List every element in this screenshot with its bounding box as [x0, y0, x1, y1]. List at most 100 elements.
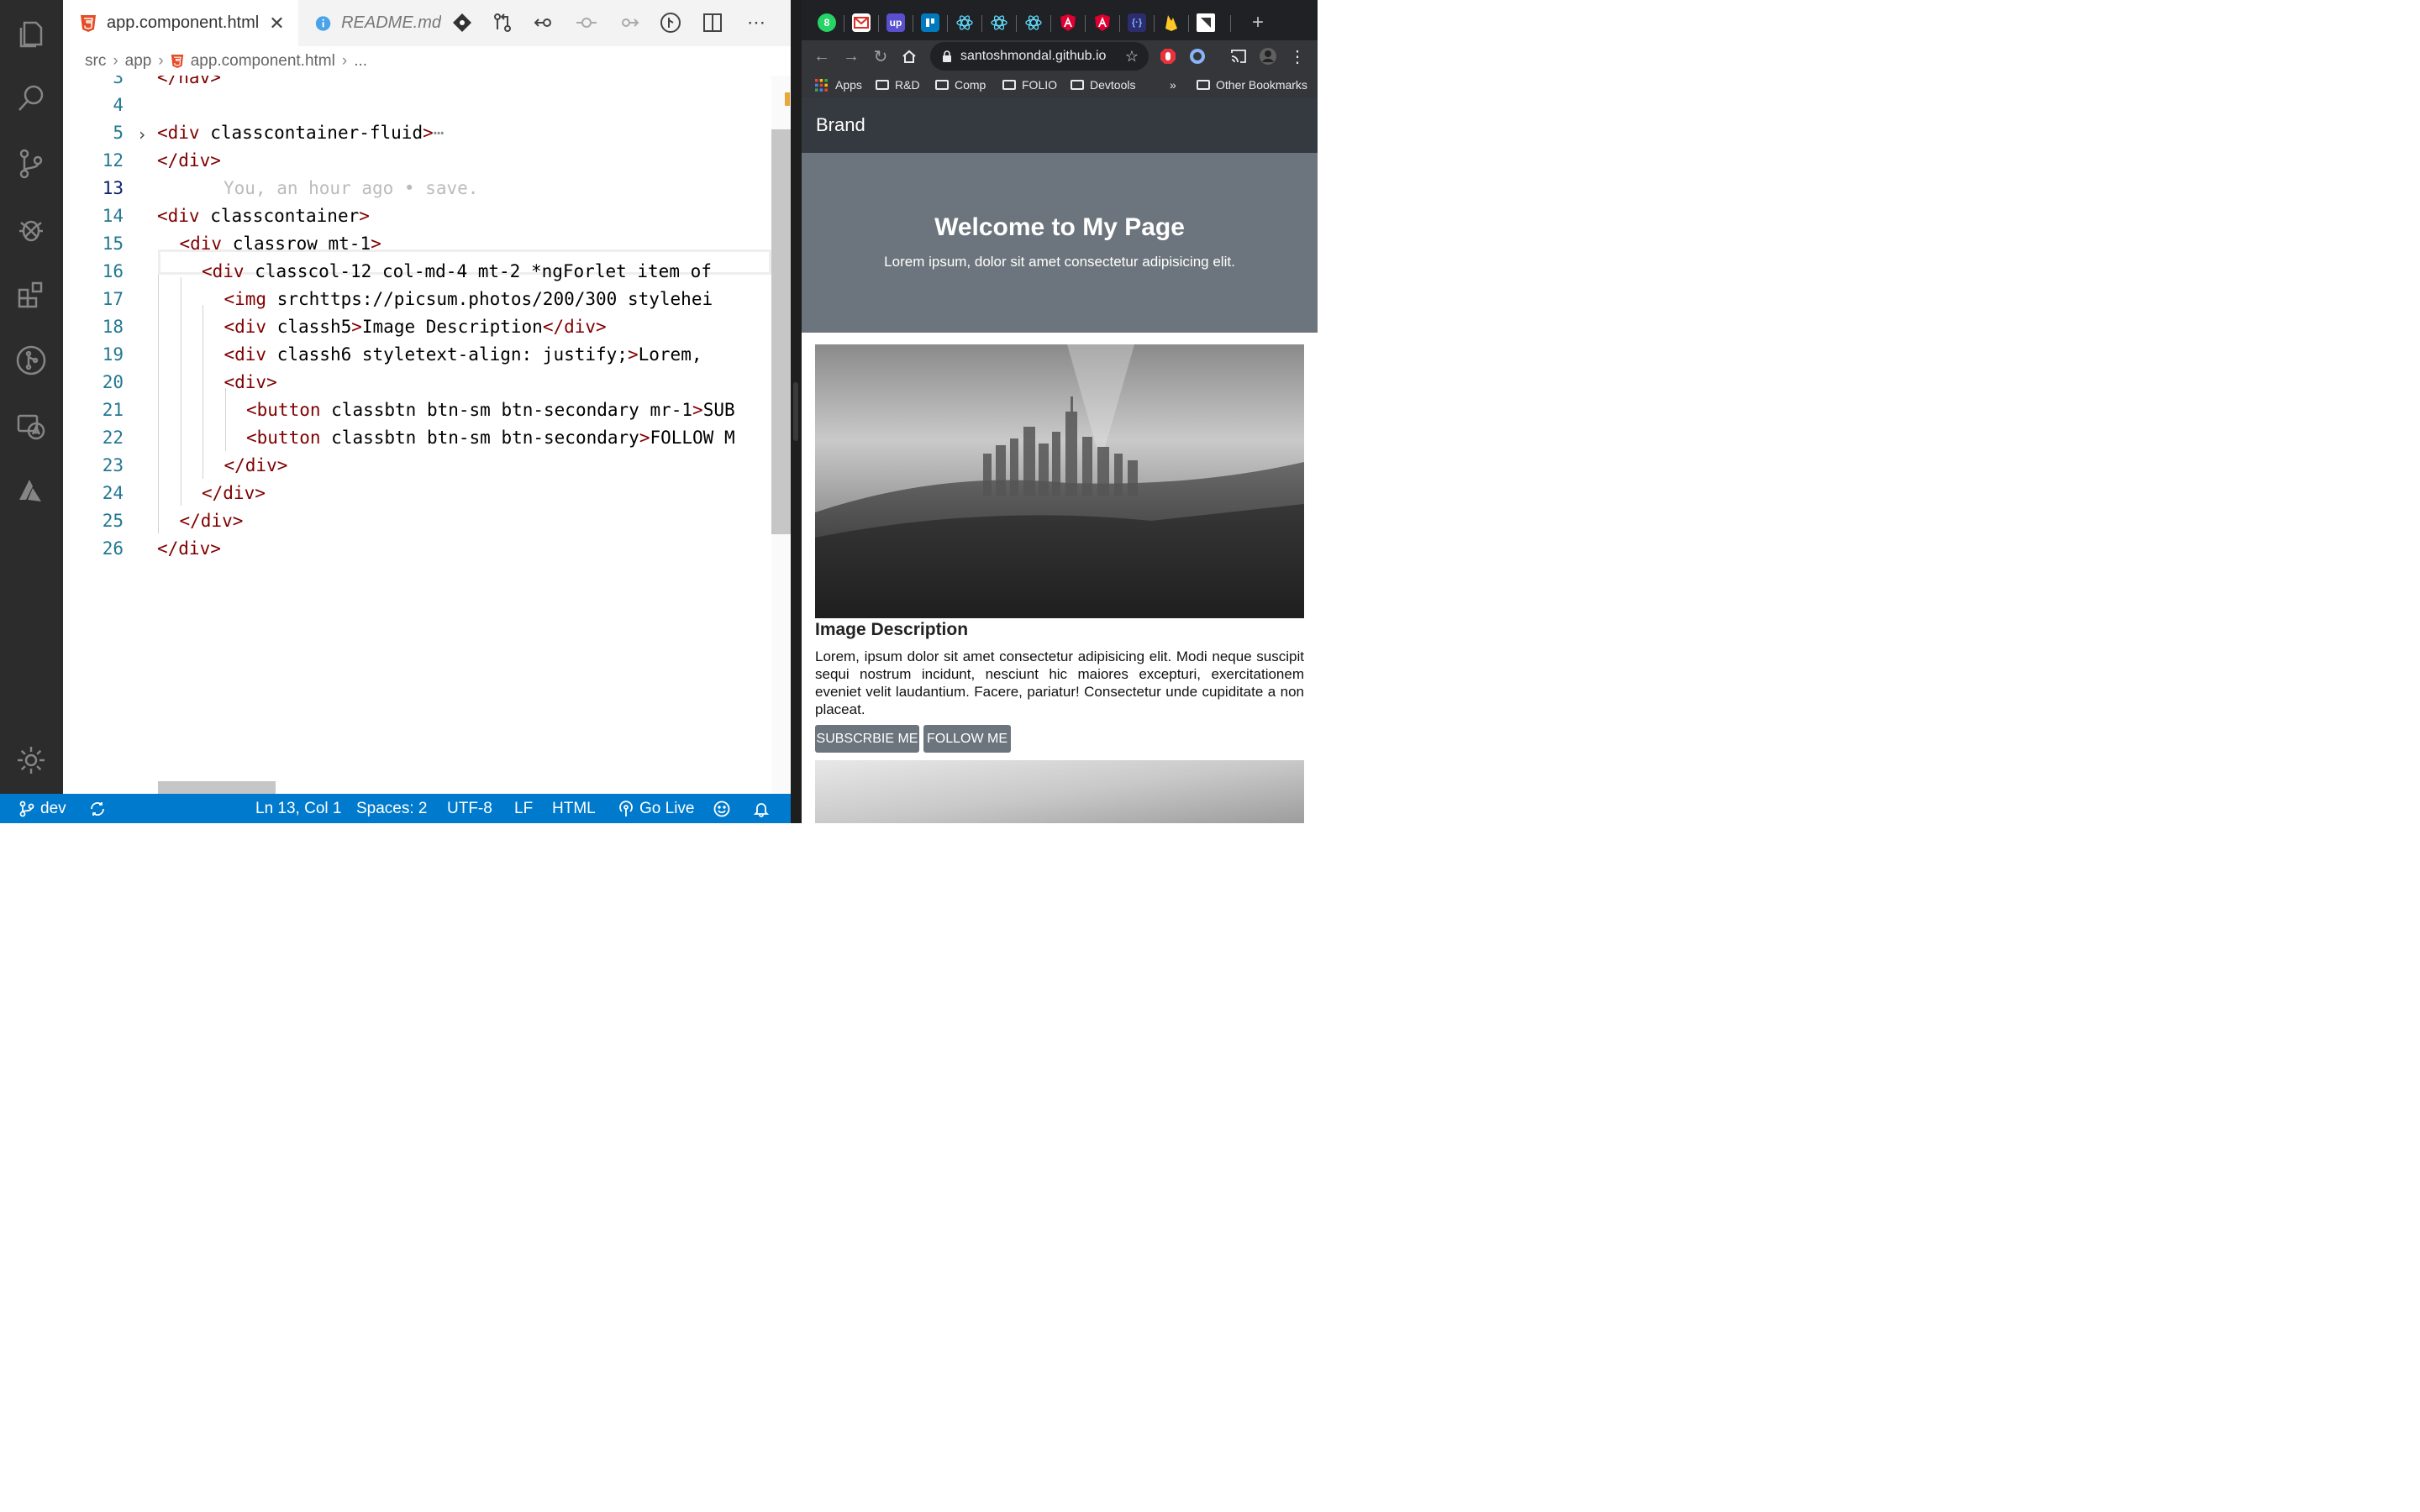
active-tab-icon[interactable] [1197, 13, 1215, 32]
code-line[interactable]: </div> [180, 511, 244, 531]
adblock-extension-icon[interactable] [1155, 44, 1181, 69]
git-graph-toolbar-icon[interactable] [658, 10, 683, 35]
code-line[interactable]: You, an hour ago • save. [224, 178, 478, 198]
settings-gear-icon[interactable] [10, 739, 52, 781]
go-live-button[interactable]: Go Live [618, 794, 694, 823]
code-line[interactable]: <div classcol-12 col-md-4 mt-2 *ngForlet… [202, 261, 712, 281]
bookmark-folder[interactable]: Devtools [1071, 72, 1135, 97]
code-line[interactable]: </nav> [157, 76, 221, 87]
notifications-bell-icon[interactable] [753, 794, 775, 823]
vertical-scrollbar[interactable] [771, 129, 791, 534]
branch-indicator[interactable]: dev [18, 794, 66, 823]
code-line[interactable]: </div> [202, 483, 266, 503]
card-image [815, 344, 1304, 618]
code-line[interactable]: </div> [157, 538, 221, 559]
search-icon[interactable] [10, 77, 52, 119]
home-icon[interactable] [897, 44, 922, 69]
tab-readme[interactable]: README.md [298, 0, 441, 46]
follow-button[interactable]: FOLLOW ME [923, 725, 1011, 753]
azure-icon[interactable] [10, 470, 52, 512]
react-tab-icon[interactable] [955, 13, 974, 32]
indent-guide [225, 388, 226, 451]
line-number: 24 [102, 483, 124, 503]
code-line[interactable]: <div classcontainer-fluid>⋯ [157, 123, 444, 143]
code-line[interactable]: <div classrow mt-1> [180, 234, 381, 254]
split-editor-icon[interactable] [700, 10, 725, 35]
previous-revision-icon[interactable] [532, 10, 557, 35]
git-graph-icon[interactable] [10, 339, 52, 381]
breadcrumb-item[interactable]: src [85, 52, 106, 71]
bookmark-folder[interactable]: R&D [876, 72, 920, 97]
sync-icon[interactable] [89, 794, 111, 823]
breadcrumb-item[interactable]: app.component.html [191, 52, 335, 71]
debug-icon[interactable] [10, 208, 52, 250]
navbar-brand[interactable]: Brand [816, 114, 865, 136]
line-number: 16 [102, 261, 124, 281]
line-number: 22 [102, 428, 124, 448]
bookmark-other-folder[interactable]: Other Bookmarks [1197, 72, 1307, 97]
angular-tab-icon[interactable] [1093, 13, 1112, 32]
code-line[interactable]: <div> [224, 372, 277, 392]
commit-icon[interactable] [574, 10, 599, 35]
fold-chevron-icon[interactable]: › [137, 124, 147, 144]
divider-handle[interactable] [793, 382, 798, 441]
code-line[interactable]: </div> [157, 150, 221, 171]
tab-app-component[interactable]: app.component.html ✕ [63, 0, 298, 46]
overview-marker [785, 92, 790, 106]
whatsapp-tab-icon[interactable]: 8 [818, 13, 836, 32]
feedback-smiley-icon[interactable] [713, 794, 735, 823]
address-bar[interactable]: santoshmondal.github.io ☆ [930, 42, 1149, 71]
breadcrumb-item[interactable]: app [125, 52, 152, 71]
bookmark-folder[interactable]: FOLIO [1002, 72, 1057, 97]
code-line[interactable]: <button classbtn btn-sm btn-secondary>FO… [246, 428, 735, 448]
bookmark-star-icon[interactable]: ☆ [1125, 48, 1139, 66]
language-mode[interactable]: HTML [552, 794, 596, 823]
profile-avatar[interactable] [1255, 44, 1281, 69]
code-line[interactable]: <div classh6 styletext-align: justify;>L… [224, 344, 702, 365]
bookmarks-overflow-button[interactable]: » [1170, 72, 1176, 97]
upwork-tab-icon[interactable]: up [886, 13, 905, 32]
subscribe-button[interactable]: SUBSCRBIE ME [815, 725, 919, 753]
next-revision-icon[interactable] [616, 10, 641, 35]
bookmark-apps[interactable]: Apps [815, 72, 862, 97]
code-line[interactable]: </div> [224, 455, 288, 475]
breadcrumb-item[interactable]: ... [354, 52, 367, 71]
indentation-setting[interactable]: Spaces: 2 [356, 794, 428, 823]
gmail-tab-icon[interactable] [852, 13, 871, 32]
bookmark-folder[interactable]: Comp [935, 72, 986, 97]
extension-icon[interactable] [1185, 44, 1210, 69]
react-tab-icon[interactable] [990, 13, 1008, 32]
code-area[interactable]: › 3 </nav> 4 5 <div classcontainer-fluid>⋯ 12… [63, 76, 771, 794]
close-icon[interactable]: ✕ [269, 13, 284, 34]
source-control-icon[interactable] [10, 143, 52, 185]
line-number: 13 [102, 178, 124, 198]
react-tab-icon[interactable] [1024, 13, 1043, 32]
explorer-icon[interactable] [10, 12, 52, 54]
git-lens-icon[interactable] [450, 10, 475, 35]
broadcast-icon [619, 800, 633, 816]
code-line[interactable]: <div classh5>Image Description</div> [224, 317, 607, 337]
horizontal-scrollbar[interactable] [158, 781, 276, 794]
firebase-tab-icon[interactable] [1162, 13, 1181, 32]
trello-tab-icon[interactable] [921, 13, 939, 32]
code-tab-icon[interactable]: {·} [1128, 13, 1146, 32]
cast-icon[interactable] [1226, 44, 1251, 69]
encoding-setting[interactable]: UTF-8 [447, 794, 492, 823]
compare-changes-icon[interactable] [490, 10, 515, 35]
back-arrow-icon[interactable]: ← [809, 44, 834, 69]
extensions-icon[interactable] [10, 274, 52, 316]
forward-arrow-icon[interactable]: → [839, 44, 864, 69]
new-tab-button[interactable]: + [1249, 11, 1267, 34]
tab-label: README.md [341, 13, 441, 32]
more-actions-icon[interactable]: ⋯ [744, 10, 769, 35]
eol-setting[interactable]: LF [514, 794, 533, 823]
chrome-menu-icon[interactable]: ⋮ [1285, 44, 1310, 69]
cursor-position[interactable]: Ln 13, Col 1 [255, 794, 341, 823]
angular-tab-icon[interactable] [1059, 13, 1077, 32]
code-line[interactable]: <button classbtn btn-sm btn-secondary mr… [246, 400, 735, 420]
translate-icon[interactable] [10, 405, 52, 447]
code-line[interactable]: <img srchttps://picsum.photos/200/300 st… [224, 289, 713, 309]
line-number: 5 [113, 123, 124, 143]
reload-icon[interactable]: ↻ [868, 44, 893, 69]
code-line[interactable]: <div classcontainer> [157, 206, 370, 226]
